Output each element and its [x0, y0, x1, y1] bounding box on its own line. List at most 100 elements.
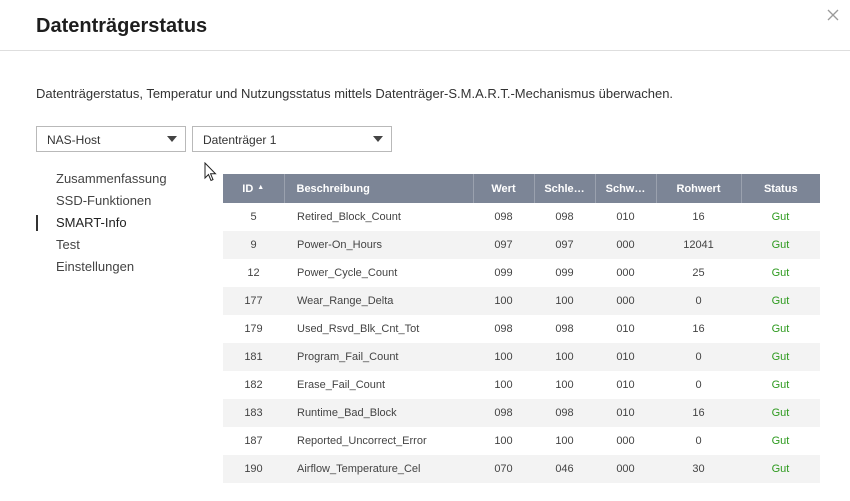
- nav-item-summary[interactable]: Zusammenfassung: [36, 170, 167, 192]
- cell-worst: 099: [534, 259, 595, 287]
- cell-threshold: 000: [595, 231, 656, 259]
- cell-threshold: 010: [595, 203, 656, 231]
- nav-item-label: Einstellungen: [56, 259, 135, 274]
- nav-item-label: SSD-Funktionen: [56, 193, 152, 208]
- table-row[interactable]: 9 Power-On_Hours 097 097 000 12041 Gut: [223, 231, 820, 259]
- sort-ascending-icon: ▲: [257, 183, 265, 191]
- column-header-value[interactable]: Wert: [473, 174, 535, 203]
- cell-id: 9: [223, 231, 284, 259]
- cell-status: Gut: [741, 343, 820, 371]
- table-row[interactable]: 190 Airflow_Temperature_Cel 070 046 000 …: [223, 455, 820, 483]
- cell-worst: 046: [534, 455, 595, 483]
- disk-select[interactable]: Datenträger 1: [192, 126, 392, 152]
- column-header-id[interactable]: ID ▲: [223, 174, 285, 203]
- cell-worst: 100: [534, 427, 595, 455]
- table-row[interactable]: 5 Retired_Block_Count 098 098 010 16 Gut: [223, 203, 820, 231]
- cell-raw-value: 16: [656, 399, 741, 427]
- cell-threshold: 000: [595, 455, 656, 483]
- cell-description: Airflow_Temperature_Cel: [284, 455, 473, 483]
- cell-worst: 098: [534, 399, 595, 427]
- cell-raw-value: 25: [656, 259, 741, 287]
- cell-id: 179: [223, 315, 284, 343]
- cell-raw-value: 30: [656, 455, 741, 483]
- column-header-label: Schw…: [605, 182, 646, 195]
- column-header-status[interactable]: Status: [741, 174, 820, 203]
- cell-value: 100: [473, 343, 534, 371]
- cell-worst: 100: [534, 371, 595, 399]
- cell-description: Wear_Range_Delta: [284, 287, 473, 315]
- cell-threshold: 010: [595, 371, 656, 399]
- column-header-label: Schle…: [544, 182, 585, 195]
- cell-description: Retired_Block_Count: [284, 203, 473, 231]
- column-header-raw-value[interactable]: Rohwert: [656, 174, 742, 203]
- column-header-threshold[interactable]: Schw…: [595, 174, 657, 203]
- table-row[interactable]: 187 Reported_Uncorrect_Error 100 100 000…: [223, 427, 820, 455]
- cell-status: Gut: [741, 371, 820, 399]
- cell-threshold: 010: [595, 399, 656, 427]
- cell-value: 100: [473, 287, 534, 315]
- cell-value: 099: [473, 259, 534, 287]
- mouse-pointer-icon: [204, 161, 218, 187]
- nav-item-ssd-functions[interactable]: SSD-Funktionen: [36, 192, 167, 214]
- cell-status: Gut: [741, 203, 820, 231]
- nav-item-label: Zusammenfassung: [56, 171, 167, 186]
- side-navigation: Zusammenfassung SSD-Funktionen SMART-Inf…: [36, 170, 167, 280]
- cell-threshold: 010: [595, 315, 656, 343]
- cell-worst: 100: [534, 287, 595, 315]
- table-row[interactable]: 183 Runtime_Bad_Block 098 098 010 16 Gut: [223, 399, 820, 427]
- cell-description: Power-On_Hours: [284, 231, 473, 259]
- column-header-description[interactable]: Beschreibung: [284, 174, 474, 203]
- cell-value: 100: [473, 427, 534, 455]
- cell-threshold: 000: [595, 427, 656, 455]
- cell-worst: 098: [534, 203, 595, 231]
- close-icon[interactable]: [826, 8, 840, 22]
- cell-id: 187: [223, 427, 284, 455]
- dialog-description: Datenträgerstatus, Temperatur und Nutzun…: [36, 86, 674, 101]
- cell-value: 098: [473, 399, 534, 427]
- column-header-label: Status: [763, 182, 798, 195]
- cell-threshold: 010: [595, 343, 656, 371]
- column-header-label: Rohwert: [676, 182, 721, 195]
- cell-status: Gut: [741, 427, 820, 455]
- cell-id: 182: [223, 371, 284, 399]
- nav-item-smart-info[interactable]: SMART-Info: [36, 214, 167, 236]
- dialog-title: Datenträgerstatus: [36, 15, 208, 37]
- cell-description: Program_Fail_Count: [284, 343, 473, 371]
- cell-value: 097: [473, 231, 534, 259]
- cell-raw-value: 16: [656, 315, 741, 343]
- cell-value: 070: [473, 455, 534, 483]
- cell-value: 098: [473, 203, 534, 231]
- cell-status: Gut: [741, 259, 820, 287]
- table-row[interactable]: 12 Power_Cycle_Count 099 099 000 25 Gut: [223, 259, 820, 287]
- host-select-value: NAS-Host: [47, 133, 101, 147]
- cell-description: Used_Rsvd_Blk_Cnt_Tot: [284, 315, 473, 343]
- column-header-label: Beschreibung: [296, 182, 370, 195]
- cell-id: 181: [223, 343, 284, 371]
- table-row[interactable]: 179 Used_Rsvd_Blk_Cnt_Tot 098 098 010 16…: [223, 315, 820, 343]
- nav-item-label: SMART-Info: [56, 215, 127, 230]
- cell-raw-value: 0: [656, 287, 741, 315]
- cell-raw-value: 0: [656, 371, 741, 399]
- cell-raw-value: 12041: [656, 231, 741, 259]
- cell-status: Gut: [741, 231, 820, 259]
- table-row[interactable]: 177 Wear_Range_Delta 100 100 000 0 Gut: [223, 287, 820, 315]
- cell-description: Erase_Fail_Count: [284, 371, 473, 399]
- cell-threshold: 000: [595, 287, 656, 315]
- cell-status: Gut: [741, 287, 820, 315]
- dialog-header: Datenträgerstatus: [0, 0, 850, 51]
- cell-description: Power_Cycle_Count: [284, 259, 473, 287]
- host-select[interactable]: NAS-Host: [36, 126, 186, 152]
- nav-item-settings[interactable]: Einstellungen: [36, 258, 167, 280]
- column-header-worst[interactable]: Schle…: [534, 174, 596, 203]
- cell-id: 177: [223, 287, 284, 315]
- cell-id: 190: [223, 455, 284, 483]
- cell-status: Gut: [741, 399, 820, 427]
- table-body: 5 Retired_Block_Count 098 098 010 16 Gut…: [223, 203, 820, 483]
- smart-info-table: ID ▲ Beschreibung Wert Schle… Schw… Rohwe…: [223, 174, 820, 483]
- table-header-row: ID ▲ Beschreibung Wert Schle… Schw… Rohwe…: [223, 174, 820, 203]
- cell-raw-value: 0: [656, 343, 741, 371]
- table-row[interactable]: 182 Erase_Fail_Count 100 100 010 0 Gut: [223, 371, 820, 399]
- chevron-down-icon: [167, 136, 177, 142]
- nav-item-test[interactable]: Test: [36, 236, 167, 258]
- table-row[interactable]: 181 Program_Fail_Count 100 100 010 0 Gut: [223, 343, 820, 371]
